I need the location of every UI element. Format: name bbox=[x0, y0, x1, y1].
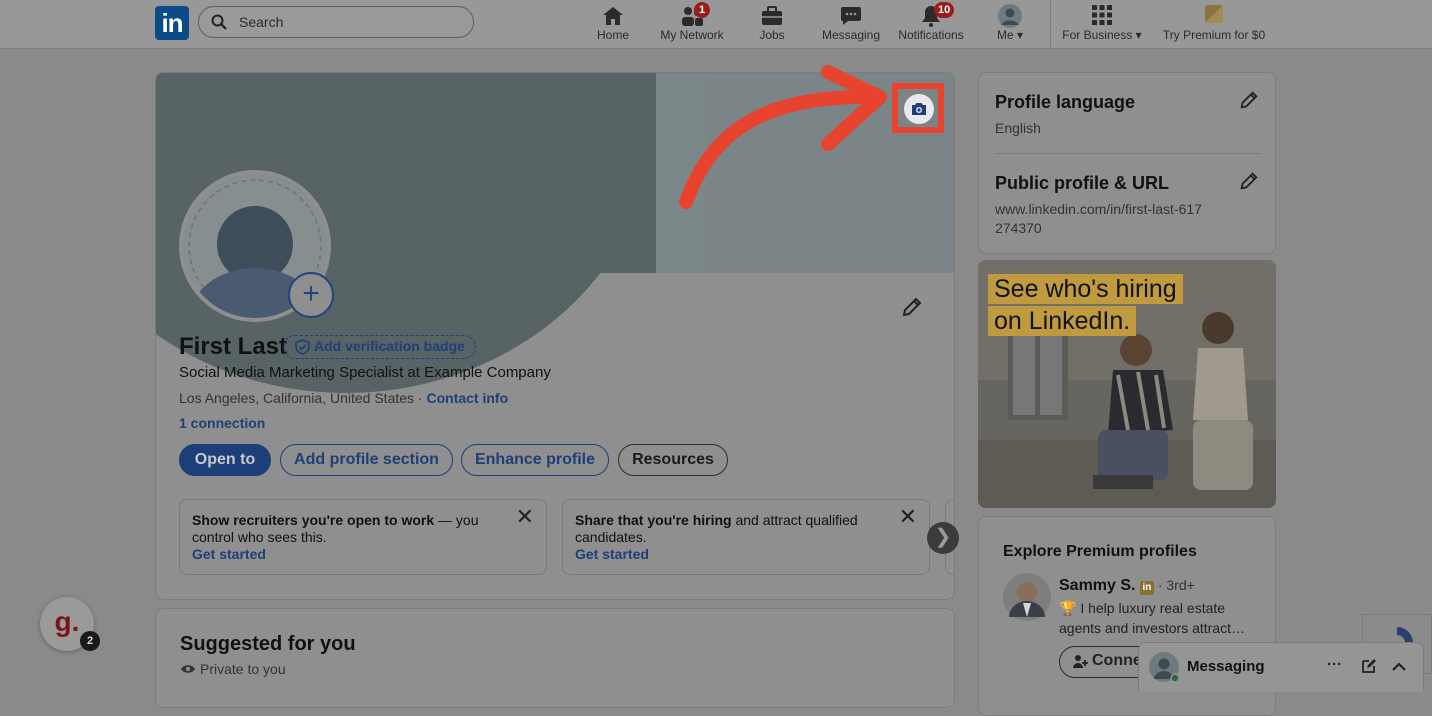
private-label: Private to you bbox=[200, 661, 286, 677]
contact-info-link[interactable]: Contact info bbox=[426, 390, 508, 406]
connections-link[interactable]: 1 connection bbox=[179, 415, 265, 431]
chat-icon bbox=[841, 7, 861, 25]
enhance-profile-button[interactable]: Enhance profile bbox=[461, 444, 609, 476]
linkedin-logo[interactable]: in bbox=[155, 6, 189, 40]
home-icon bbox=[603, 7, 623, 25]
close-icon[interactable]: ✕ bbox=[516, 506, 534, 528]
compose-icon[interactable] bbox=[1361, 658, 1377, 674]
public-profile-url[interactable]: www.linkedin.com/in/first-last-617274370 bbox=[995, 200, 1205, 238]
nav-label: Try Premium for $0 bbox=[1162, 28, 1266, 42]
profile-headline: Social Media Marketing Specialist at Exa… bbox=[179, 364, 551, 381]
add-photo-button[interactable]: + bbox=[288, 272, 334, 318]
nav-label: Jobs bbox=[759, 28, 785, 42]
open-to-button[interactable]: Open to bbox=[179, 444, 271, 476]
hiring-suggestion: Share that you're hiring and attract qua… bbox=[562, 499, 930, 575]
next-arrow-button[interactable]: ❯ bbox=[927, 522, 959, 554]
resources-button[interactable]: Resources bbox=[618, 444, 728, 476]
nav-home[interactable]: Home bbox=[588, 4, 638, 44]
nav-notifications[interactable]: 10 Notifications bbox=[896, 2, 966, 44]
edit-language-pencil-icon[interactable] bbox=[1238, 89, 1260, 111]
person-name[interactable]: Sammy S. bbox=[1059, 577, 1135, 594]
profile-location: Los Angeles, California, United States ·… bbox=[179, 390, 508, 406]
divider bbox=[995, 153, 1261, 154]
nav-messaging[interactable]: Messaging bbox=[820, 4, 882, 44]
notifications-badge: 10 bbox=[934, 2, 955, 18]
nav-label: My Network bbox=[660, 28, 724, 42]
banner-stripe bbox=[656, 73, 706, 273]
premium-linkedin-icon: in bbox=[1139, 581, 1154, 595]
ad-headline-line1: See who's hiring bbox=[988, 274, 1183, 304]
profile-language-value: English bbox=[995, 120, 1041, 136]
network-badge: 1 bbox=[694, 2, 710, 18]
briefcase-icon bbox=[762, 6, 782, 25]
nav-label: Me ▾ bbox=[996, 28, 1024, 42]
more-options-icon[interactable]: ··· bbox=[1327, 656, 1342, 673]
premium-icon bbox=[1205, 5, 1223, 23]
eye-icon bbox=[181, 665, 195, 673]
suggested-card: Suggested for you Private to you bbox=[155, 608, 955, 708]
premium-title: Explore Premium profiles bbox=[1003, 543, 1197, 560]
nav-divider bbox=[1050, 0, 1051, 48]
location-text: Los Angeles, California, United States bbox=[179, 390, 415, 406]
suggestion-text: Share that you're hiring and attract qua… bbox=[575, 512, 858, 545]
verify-label: Add verification badge bbox=[314, 338, 465, 354]
grid-icon bbox=[1092, 5, 1112, 25]
nav-label: Messaging bbox=[821, 28, 881, 42]
edit-url-pencil-icon[interactable] bbox=[1238, 170, 1260, 192]
nav-label: Notifications bbox=[898, 28, 964, 42]
add-verification-badge-button[interactable]: Add verification badge bbox=[283, 335, 476, 359]
avatar-icon bbox=[998, 4, 1022, 28]
profile-language-title: Profile language bbox=[995, 92, 1136, 112]
nav-me[interactable]: Me ▾ bbox=[990, 4, 1030, 44]
ad-headline-line2: on LinkedIn. bbox=[988, 306, 1137, 336]
messaging-bar[interactable]: Messaging ··· bbox=[1138, 642, 1424, 692]
person-description: 🏆 I help luxury real estate agents and i… bbox=[1059, 600, 1245, 636]
search-box[interactable] bbox=[198, 6, 474, 38]
search-input[interactable] bbox=[237, 13, 461, 31]
profile-name: First Last bbox=[179, 333, 288, 360]
add-person-icon bbox=[1073, 655, 1088, 668]
suggestion-text: Show recruiters you're open to work — yo… bbox=[192, 512, 479, 545]
person-degree: · 3rd+ bbox=[1153, 577, 1195, 593]
public-profile-title: Public profile & URL bbox=[995, 173, 1170, 193]
nav-try-premium[interactable]: Try Premium for $0 bbox=[1162, 4, 1266, 44]
hiring-ad[interactable]: See who's hiring on LinkedIn. bbox=[978, 260, 1276, 508]
location-separator: · bbox=[414, 390, 427, 406]
messaging-avatar-icon bbox=[1149, 652, 1179, 682]
get-started-link[interactable]: Get started bbox=[192, 546, 534, 563]
open-to-work-suggestion: Show recruiters you're open to work — yo… bbox=[179, 499, 547, 575]
g-widget-badge: 2 bbox=[80, 631, 100, 651]
get-started-link[interactable]: Get started bbox=[575, 546, 917, 563]
nav-my-network[interactable]: 1 My Network bbox=[656, 2, 728, 44]
search-icon bbox=[211, 14, 227, 30]
person-avatar[interactable] bbox=[1003, 573, 1051, 621]
shield-check-icon bbox=[295, 339, 310, 355]
nav-jobs[interactable]: Jobs bbox=[750, 4, 794, 44]
nav-label: For Business ▾ bbox=[1062, 28, 1142, 42]
nav-for-business[interactable]: For Business ▾ bbox=[1062, 4, 1142, 44]
person-name-row: Sammy S. in · 3rd+ bbox=[1059, 577, 1195, 595]
messaging-label: Messaging bbox=[1187, 658, 1265, 675]
top-nav: in Home 1 My Network Jobs Messaging 10 N… bbox=[0, 0, 1432, 49]
nav-label: Home bbox=[596, 28, 629, 42]
highlight-box bbox=[892, 83, 944, 133]
add-profile-section-button[interactable]: Add profile section bbox=[280, 444, 453, 476]
profile-settings-card: Profile language English Public profile … bbox=[978, 72, 1276, 254]
suggested-title: Suggested for you bbox=[180, 633, 356, 655]
connect-label: Conne bbox=[1092, 652, 1142, 669]
chevron-up-icon[interactable] bbox=[1391, 660, 1407, 672]
close-icon[interactable]: ✕ bbox=[899, 506, 917, 528]
edit-intro-pencil-icon[interactable] bbox=[900, 295, 924, 319]
